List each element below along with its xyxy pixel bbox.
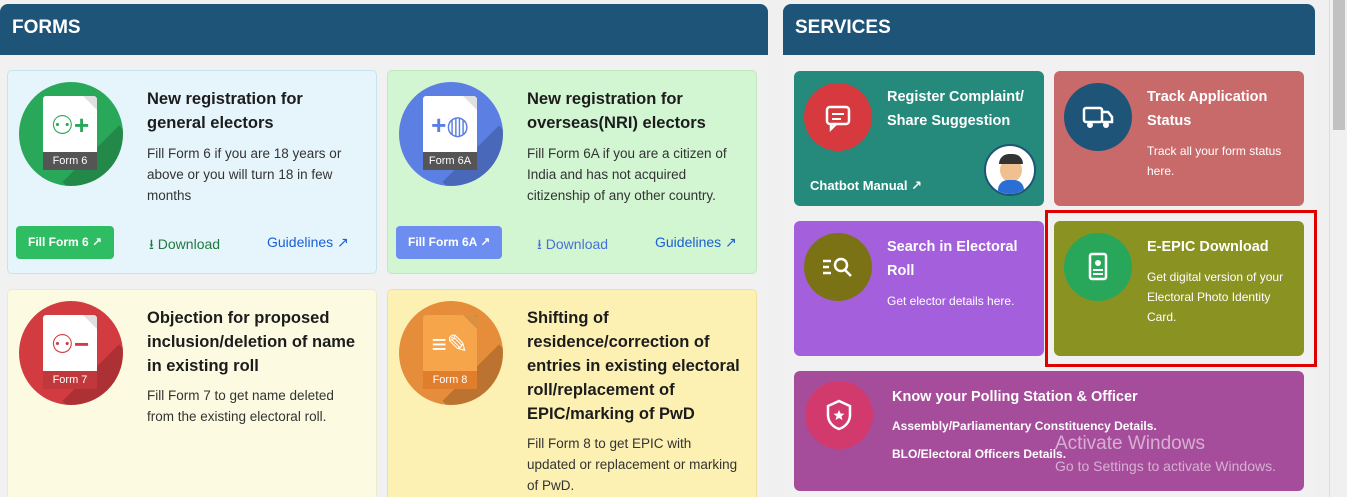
chatbot-manual-link[interactable]: Chatbot Manual ↗	[810, 178, 922, 194]
form-6a-title: New registration for overseas(NRI) elect…	[527, 90, 706, 132]
form-6a-guidelines-link[interactable]: Guidelines ↗	[655, 234, 737, 251]
voter-mitra-badge[interactable]	[984, 144, 1036, 196]
service-title: Know your Polling Station & Officer	[892, 389, 1138, 405]
form-7-icon: ⚇− Form 7	[19, 301, 123, 405]
scrollbar-thumb[interactable]	[1333, 0, 1345, 130]
fill-form-6-button[interactable]: Fill Form 6 ↗	[16, 226, 115, 259]
service-track-application[interactable]: Track Application Status Track all your …	[1054, 71, 1304, 206]
services-heading: SERVICES	[783, 4, 1315, 55]
highlight-box	[1045, 210, 1317, 367]
form-6a-card: +◍ Form 6A New registration for overseas…	[387, 70, 757, 274]
scrollbar[interactable]	[1329, 0, 1347, 497]
truck-icon	[1064, 83, 1132, 151]
service-desc: Track all your form status here.	[1147, 144, 1282, 178]
form-8-icon: ≡✎ Form 8	[399, 301, 503, 405]
form-6-icon: ⚇+ Form 6	[19, 82, 123, 186]
form-6-guidelines-link[interactable]: Guidelines ↗	[267, 234, 349, 251]
form-6-desc: Fill Form 6 if you are 18 years or above…	[147, 146, 342, 203]
service-title: Search in Electoral Roll	[887, 239, 1018, 279]
form-7-desc: Fill Form 7 to get name deleted from the…	[147, 388, 334, 424]
service-title: Track Application Status	[1147, 89, 1268, 129]
form-6-download-link[interactable]: ⭳ Download	[149, 234, 220, 258]
activate-windows-subtitle: Go to Settings to activate Windows.	[1055, 458, 1276, 474]
search-list-icon	[804, 233, 872, 301]
fill-form-6a-button[interactable]: Fill Form 6A ↗	[396, 226, 503, 259]
shield-icon	[805, 381, 873, 449]
message-icon	[804, 83, 872, 151]
form-7-title: Objection for proposed inclusion/deletio…	[147, 309, 356, 375]
form-8-card: ≡✎ Form 8 Shifting of residence/correcti…	[387, 289, 757, 497]
form-8-desc: Fill Form 8 to get EPIC with updated or …	[527, 436, 738, 493]
service-search-roll[interactable]: Search in Electoral Roll Get elector det…	[794, 221, 1044, 356]
form-6-title: New registration for general electors	[147, 90, 303, 132]
forms-heading: FORMS	[0, 4, 768, 55]
service-register-complaint[interactable]: Register Complaint/ Share Suggestion Cha…	[794, 71, 1044, 206]
form-6-card: ⚇+ Form 6 New registration for general e…	[7, 70, 377, 274]
activate-windows-title: Activate Windows	[1055, 433, 1205, 454]
form-8-title: Shifting of residence/correction of entr…	[527, 309, 740, 423]
form-6a-download-link[interactable]: ⭳ Download	[537, 234, 608, 258]
form-6a-desc: Fill Form 6A if you are a citizen of Ind…	[527, 146, 727, 203]
form-6a-icon: +◍ Form 6A	[399, 82, 503, 186]
form-7-card: ⚇− Form 7 Objection for proposed inclusi…	[7, 289, 377, 497]
service-desc: Get elector details here.	[887, 294, 1015, 308]
service-title: Register Complaint/ Share Suggestion	[887, 89, 1024, 129]
